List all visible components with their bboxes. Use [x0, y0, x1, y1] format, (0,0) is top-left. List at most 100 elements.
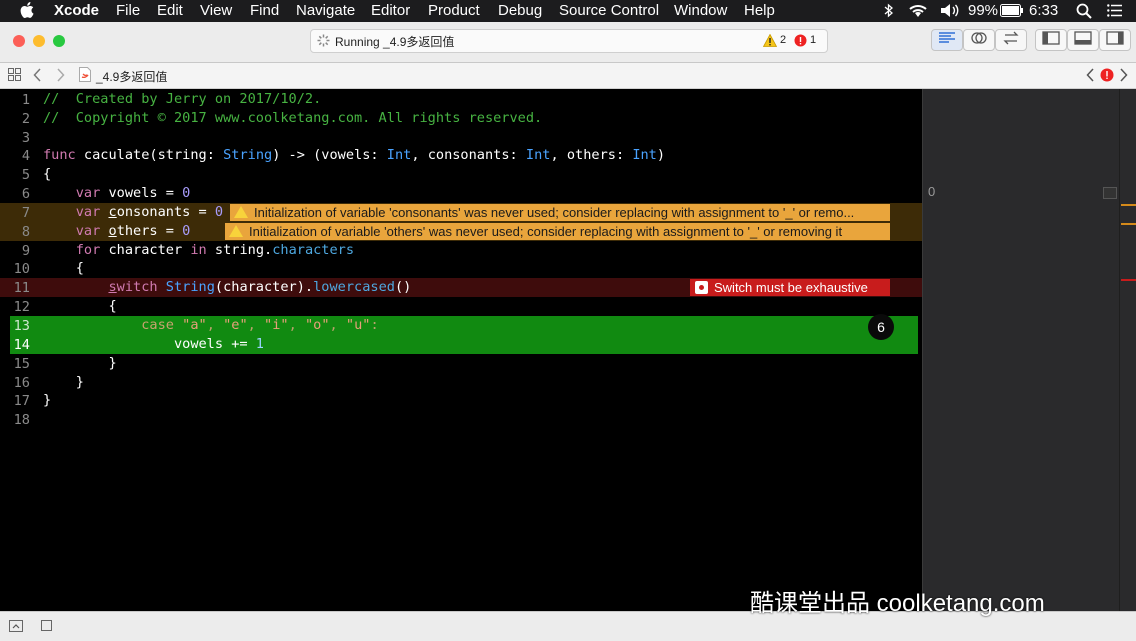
menu-help[interactable]: Help [744, 2, 775, 19]
results-sidebar: 0 [922, 89, 1136, 611]
line-number: 17 [13, 393, 30, 409]
menu-file[interactable]: File [116, 2, 140, 19]
watermark: 酷课堂出品 coolketang.com [750, 590, 1045, 617]
toggle-navigator-button[interactable] [1035, 29, 1067, 51]
forward-chevron-icon[interactable] [56, 68, 65, 87]
error-stop-icon [695, 281, 708, 294]
menu-window[interactable]: Window [674, 2, 727, 19]
spinner-icon [317, 34, 330, 52]
notification-center-icon[interactable] [1107, 4, 1123, 21]
code-line[interactable]: 5 { [0, 165, 922, 184]
volume-icon[interactable] [940, 3, 960, 22]
battery-icon[interactable] [1000, 4, 1024, 21]
quick-look-icon[interactable] [1103, 187, 1117, 199]
next-issue-icon[interactable] [1119, 68, 1128, 87]
code-line-warning[interactable]: 8 var others = 0 Initialization of varia… [0, 222, 922, 241]
line-number: 16 [13, 375, 30, 391]
minimize-window-button[interactable] [33, 35, 45, 47]
code-text: } [43, 355, 117, 371]
assistant-editor-button[interactable] [963, 29, 995, 51]
line-number: 4 [21, 148, 30, 164]
error-annotation[interactable]: Switch must be exhaustive [690, 279, 890, 296]
code-line[interactable]: 18 [0, 410, 922, 429]
menu-edit[interactable]: Edit [157, 2, 183, 19]
menu-bar: Xcode File Edit View Find Navigate Edito… [0, 0, 1136, 22]
menu-app-name[interactable]: Xcode [54, 2, 99, 19]
line-number: 9 [21, 243, 30, 259]
code-line-warning[interactable]: 7 var consonants = 0 Initialization of v… [0, 203, 922, 222]
menu-source-control[interactable]: Source Control [559, 2, 659, 19]
menu-navigate[interactable]: Navigate [296, 2, 355, 19]
code-line[interactable]: 1 // Created by Jerry on 2017/10/2. [0, 90, 922, 109]
code-line[interactable]: 14 vowels += 1 [0, 335, 922, 354]
code-line[interactable]: 4 func caculate(string: String) -> (vowe… [0, 146, 922, 165]
warning-count[interactable]: 2 [780, 34, 786, 46]
line-number: 1 [21, 92, 30, 108]
issue-error-icon[interactable] [1100, 68, 1114, 87]
code-text: var vowels = 0 [75, 185, 191, 201]
wifi-icon[interactable] [908, 3, 928, 22]
result-value[interactable]: 0 [928, 184, 935, 199]
warning-marker [1121, 204, 1136, 206]
code-line[interactable]: 6 var vowels = 0 [0, 184, 922, 203]
code-text: vowels += 1 [43, 336, 264, 352]
code-line[interactable]: 17 } [0, 391, 922, 410]
code-line[interactable]: 9 for character in string.characters [0, 241, 922, 260]
standard-editor-button[interactable] [931, 29, 963, 51]
error-icon[interactable] [794, 34, 807, 52]
line-number: 15 [13, 356, 30, 372]
menu-debug[interactable]: Debug [498, 2, 542, 19]
stop-playground-icon[interactable] [41, 620, 52, 631]
sidebar-divider [1119, 89, 1120, 611]
show-debug-area-icon[interactable] [9, 620, 23, 632]
code-line[interactable]: 15 } [0, 354, 922, 373]
menu-view[interactable]: View [200, 2, 232, 19]
warning-marker [1121, 223, 1136, 225]
code-line[interactable]: 12 { [0, 297, 922, 316]
code-text: switch String(character).lowercased() [108, 279, 412, 295]
swift-file-icon [79, 67, 91, 87]
back-chevron-icon[interactable] [33, 68, 42, 87]
code-text: var consonants = 0 [75, 204, 224, 220]
code-text: } [43, 392, 52, 408]
version-editor-icon [1002, 31, 1020, 50]
debug-panel-icon [1074, 30, 1092, 50]
line-number: 10 [13, 261, 30, 277]
code-line[interactable]: 13 case "a", "e", "i", "o", "u": 6 [0, 314, 922, 340]
related-items-grid-icon[interactable] [8, 68, 21, 86]
apple-icon[interactable] [20, 2, 34, 22]
line-number: 3 [21, 130, 30, 146]
code-text: case "a", "e", "i", "o", "u": [141, 317, 379, 333]
line-number: 11 [13, 280, 30, 296]
code-comment: // Created by Jerry on 2017/10/2. [43, 91, 322, 107]
toggle-debug-area-button[interactable] [1067, 29, 1099, 51]
warning-annotation[interactable]: Initialization of variable 'others' was … [225, 223, 890, 240]
version-editor-button[interactable] [995, 29, 1027, 51]
warning-triangle-icon [229, 225, 243, 237]
error-count[interactable]: 1 [810, 34, 816, 46]
close-window-button[interactable] [13, 35, 25, 47]
menu-product[interactable]: Product [428, 2, 480, 19]
warning-annotation[interactable]: Initialization of variable 'consonants' … [230, 204, 890, 221]
zoom-window-button[interactable] [53, 35, 65, 47]
bluetooth-icon[interactable] [884, 3, 894, 22]
code-line[interactable]: 3 [0, 128, 922, 147]
code-line-error[interactable]: 11 switch String(character).lowercased()… [0, 278, 922, 297]
previous-issue-icon[interactable] [1086, 68, 1095, 87]
menu-find[interactable]: Find [250, 2, 279, 19]
line-number: 18 [13, 412, 30, 428]
jumpbar-file-name[interactable]: _4.9多返回值 [96, 68, 167, 85]
jump-bar: _4.9多返回值 [0, 63, 1136, 89]
code-line[interactable]: 16 } [0, 373, 922, 392]
code-text: func caculate(string: String) -> (vowels… [43, 147, 666, 163]
code-text: for character in string.characters [75, 242, 355, 258]
warning-icon[interactable] [762, 33, 778, 52]
toggle-utilities-button[interactable] [1099, 29, 1131, 51]
clock[interactable]: 6:33 [1029, 2, 1058, 19]
menu-editor[interactable]: Editor [371, 2, 410, 19]
code-line[interactable]: 10 { [0, 259, 922, 278]
code-line[interactable]: 2 // Copyright © 2017 www.coolketang.com… [0, 109, 922, 128]
error-marker [1121, 279, 1136, 281]
code-editor[interactable]: 1 // Created by Jerry on 2017/10/2. 2 //… [0, 89, 922, 611]
spotlight-search-icon[interactable] [1076, 3, 1092, 23]
